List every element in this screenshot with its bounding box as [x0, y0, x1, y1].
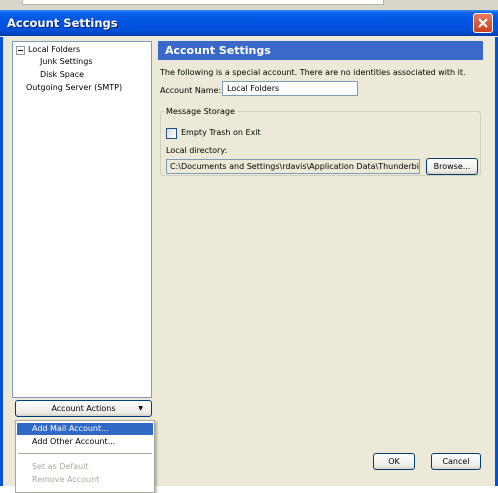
- menu-item-set-as-default: Set as Default: [32, 462, 89, 471]
- tree-item-label: Local Folders: [28, 45, 81, 54]
- account-actions-label: Account Actions: [51, 404, 116, 413]
- menu-item-remove-account: Remove Account: [32, 475, 100, 484]
- empty-trash-checkbox[interactable]: [166, 128, 177, 139]
- menu-item-add-other-account[interactable]: Add Other Account...: [17, 436, 153, 448]
- tree-item-disk-space[interactable]: Disk Space: [40, 69, 84, 80]
- account-settings-dialog: Account Settings Local Folders Junk Sett…: [0, 10, 498, 493]
- menu-separator: [18, 453, 152, 454]
- account-actions-button[interactable]: Account Actions ▼: [15, 400, 152, 417]
- settings-panel: Account Settings The following is a spec…: [158, 41, 486, 470]
- panel-header: Account Settings: [158, 41, 483, 60]
- close-icon: [478, 18, 488, 28]
- window-frame-left: [0, 37, 3, 486]
- dropdown-arrow-icon: ▼: [138, 405, 143, 412]
- ok-button[interactable]: OK: [373, 453, 415, 470]
- browse-button[interactable]: Browse...: [426, 158, 478, 175]
- account-name-input[interactable]: Local Folders: [222, 81, 358, 96]
- message-storage-group: Message Storage Empty Trash on Exit Loca…: [160, 107, 481, 176]
- menu-item-add-mail-account[interactable]: Add Mail Account...: [17, 423, 153, 435]
- info-text: The following is a special account. Ther…: [160, 68, 466, 77]
- titlebar: Account Settings: [0, 10, 498, 36]
- background-window-edge: [22, 0, 384, 5]
- account-name-label: Account Name:: [160, 86, 222, 95]
- tree-item-outgoing-server[interactable]: Outgoing Server (SMTP): [26, 82, 122, 93]
- close-button[interactable]: [473, 13, 493, 33]
- local-directory-label: Local directory:: [166, 146, 228, 155]
- empty-trash-label[interactable]: Empty Trash on Exit: [181, 128, 261, 137]
- account-actions-menu: Add Mail Account... Add Other Account...…: [15, 420, 155, 493]
- local-directory-field[interactable]: C:\Documents and Settings\rdavis\Applica…: [166, 159, 420, 174]
- cancel-button[interactable]: Cancel: [431, 453, 481, 470]
- tree-item-junk-settings[interactable]: Junk Settings: [40, 56, 93, 67]
- message-storage-legend: Message Storage: [164, 107, 237, 116]
- collapse-icon[interactable]: [16, 46, 25, 55]
- background-window-strip: [0, 0, 498, 10]
- account-tree[interactable]: Local Folders Junk Settings Disk Space O…: [12, 41, 152, 398]
- dialog-body: Local Folders Junk Settings Disk Space O…: [0, 37, 498, 493]
- dialog-title: Account Settings: [7, 16, 118, 30]
